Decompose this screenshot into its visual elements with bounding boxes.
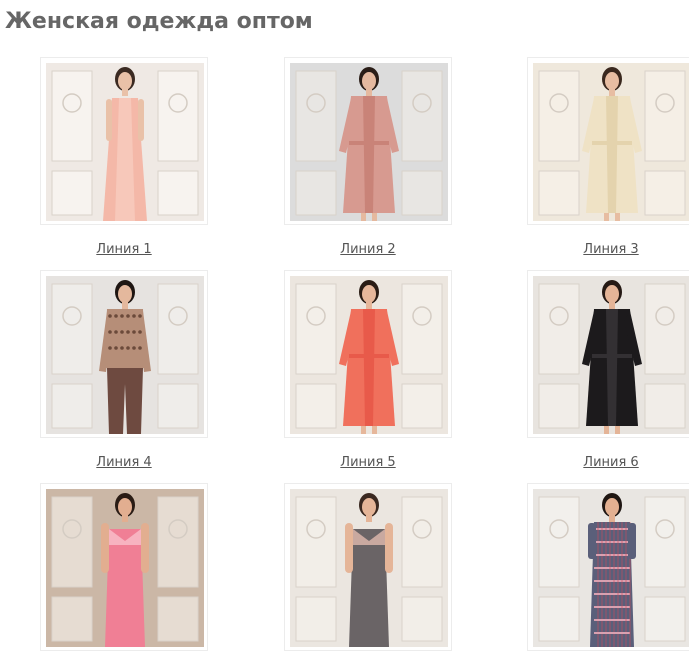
product-line-link[interactable]: Линия 2 xyxy=(284,242,452,257)
product-photo[interactable] xyxy=(533,63,689,221)
product-thumbnail-frame[interactable] xyxy=(527,57,689,225)
product-photo[interactable] xyxy=(46,63,204,221)
product-thumbnail-frame[interactable] xyxy=(284,270,452,438)
product-thumbnail-frame[interactable] xyxy=(527,483,689,651)
product-line-link[interactable]: Линия 3 xyxy=(527,242,689,257)
product-line-link[interactable]: Линия 6 xyxy=(527,455,689,470)
product-photo[interactable] xyxy=(290,276,448,434)
product-line-link[interactable]: Линия 5 xyxy=(284,455,452,470)
page-title: Женская одежда оптом xyxy=(5,9,313,34)
product-thumbnail-frame[interactable] xyxy=(40,270,208,438)
product-thumbnail-frame[interactable] xyxy=(527,270,689,438)
product-photo[interactable] xyxy=(46,489,204,647)
product-thumbnail-frame[interactable] xyxy=(284,57,452,225)
product-photo[interactable] xyxy=(290,489,448,647)
product-photo[interactable] xyxy=(533,276,689,434)
product-line-link[interactable]: Линия 4 xyxy=(40,455,208,470)
product-thumbnail-frame[interactable] xyxy=(284,483,452,651)
product-thumbnail-frame[interactable] xyxy=(40,483,208,651)
product-photo[interactable] xyxy=(290,63,448,221)
product-photo[interactable] xyxy=(46,276,204,434)
product-photo[interactable] xyxy=(533,489,689,647)
product-thumbnail-frame[interactable] xyxy=(40,57,208,225)
product-line-link[interactable]: Линия 1 xyxy=(40,242,208,257)
